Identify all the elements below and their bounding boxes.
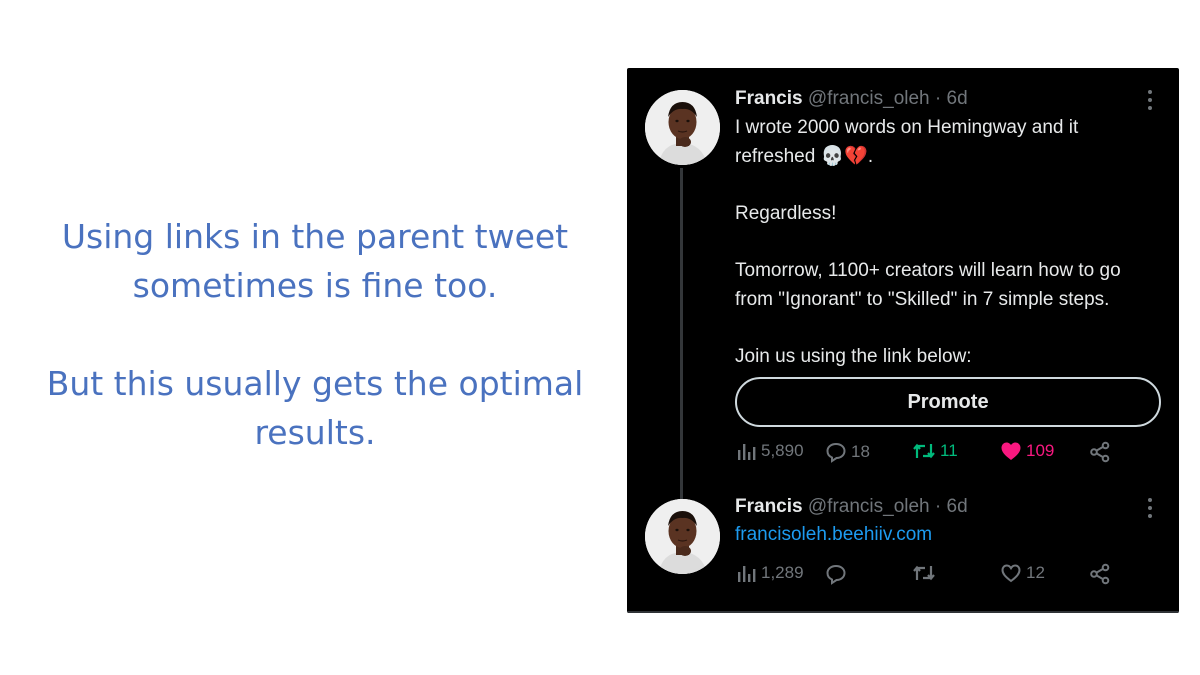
tweet-header: Francis @francis_oleh · 6d [735, 88, 1179, 114]
timestamp[interactable]: 6d [947, 88, 968, 109]
display-name[interactable]: Francis [735, 496, 803, 517]
tweet-text-line-2: Regardless! [735, 203, 837, 224]
tweet-text-line-4: Join us using the link below: [735, 346, 972, 367]
tweet-actions: 5,890 18 11 109 [735, 441, 1155, 465]
caption-line-1: Using links in the parent tweet sometime… [61, 217, 569, 305]
timestamp[interactable]: 6d [947, 496, 968, 517]
caption: Using links in the parent tweet sometime… [30, 212, 600, 457]
like-action[interactable]: 109 [1000, 441, 1054, 461]
handle[interactable]: @francis_oleh [808, 88, 930, 109]
heart-icon [1000, 441, 1022, 461]
more-options-icon[interactable] [1147, 90, 1153, 110]
views-count: 1,289 [761, 563, 804, 582]
share-icon [1089, 563, 1111, 585]
tweet-actions: 1,289 12 [735, 563, 1155, 587]
views-icon [735, 441, 757, 461]
retweet-icon [912, 563, 936, 583]
display-name[interactable]: Francis [735, 88, 803, 109]
separator-dot: · [934, 496, 942, 517]
tweet-text-line-3: Tomorrow, 1100+ creators will learn how … [735, 260, 1121, 310]
tweet-thread-screenshot: Francis @francis_oleh · 6d I wrote 2000 … [627, 68, 1179, 613]
reply-icon [825, 441, 847, 463]
retweet-action[interactable]: 11 [912, 441, 958, 461]
reply-action[interactable]: 18 [825, 441, 870, 463]
promote-button[interactable]: Promote [735, 377, 1161, 427]
caption-line-2: But this usually gets the optimal result… [46, 364, 584, 452]
reply-action[interactable] [825, 563, 847, 585]
tweet-link[interactable]: francisoleh.beehiiv.com [735, 524, 932, 546]
heart-icon [1000, 563, 1022, 583]
share-action[interactable] [1089, 563, 1111, 585]
separator-dot: · [934, 88, 942, 109]
views-count: 5,890 [761, 441, 804, 460]
views-action[interactable]: 5,890 [735, 441, 804, 461]
like-action[interactable]: 12 [1000, 563, 1045, 583]
views-icon [735, 563, 757, 583]
share-icon [1089, 441, 1111, 463]
retweet-count: 11 [940, 441, 958, 460]
reply-count: 18 [851, 442, 870, 461]
avatar[interactable] [645, 499, 720, 574]
retweet-action[interactable] [912, 563, 936, 583]
divider [627, 611, 1179, 613]
tweet-text-line-1: I wrote 2000 words on Hemingway and it r… [735, 117, 1079, 167]
views-action[interactable]: 1,289 [735, 563, 804, 583]
like-count: 109 [1026, 441, 1055, 460]
share-action[interactable] [1089, 441, 1111, 463]
avatar[interactable] [645, 90, 720, 165]
reply-icon [825, 563, 847, 585]
tweet-text: I wrote 2000 words on Hemingway and it r… [735, 113, 1155, 371]
more-options-icon[interactable] [1147, 498, 1153, 518]
retweet-icon [912, 441, 936, 461]
like-count: 12 [1026, 563, 1045, 582]
tweet-header: Francis @francis_oleh · 6d [735, 496, 1179, 522]
handle[interactable]: @francis_oleh [808, 496, 930, 517]
